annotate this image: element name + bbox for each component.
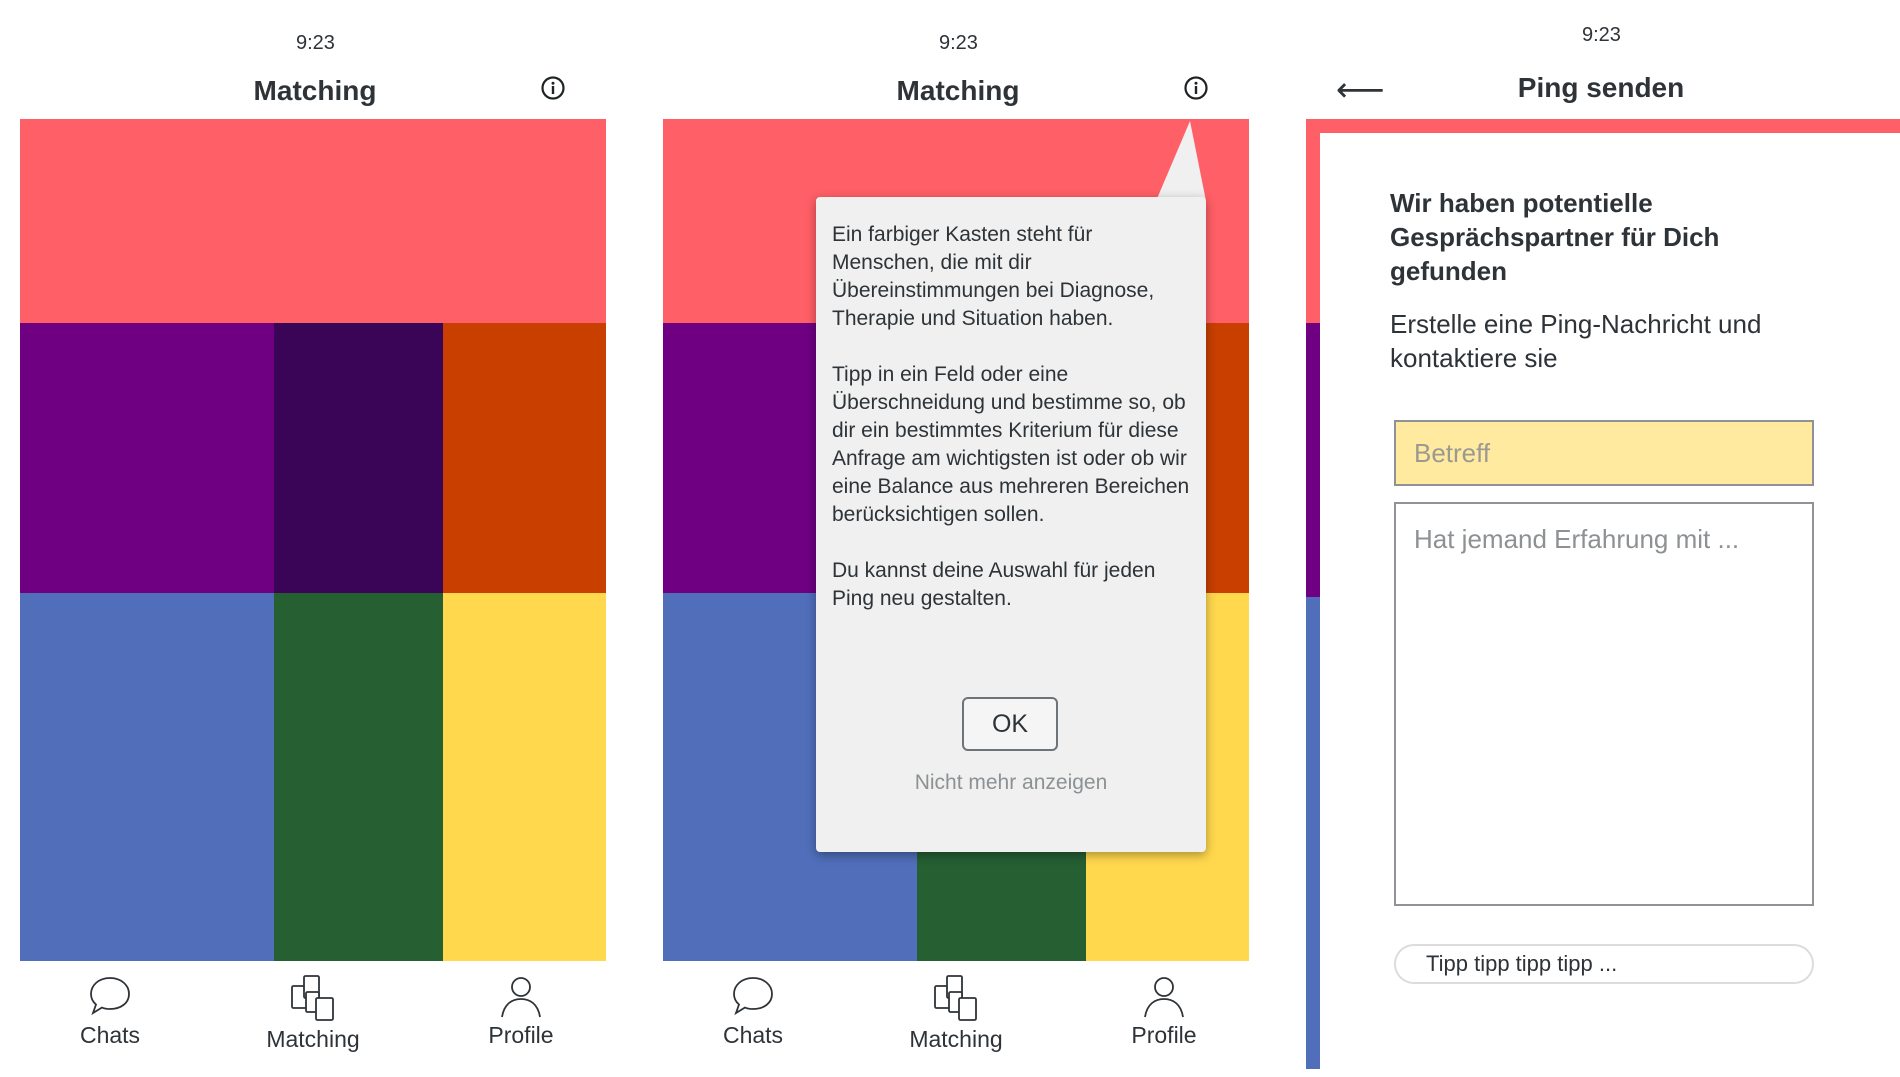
matching-tile-blue[interactable]	[20, 593, 274, 961]
tab-chats[interactable]: Chats	[673, 968, 833, 1068]
tab-matching[interactable]: Matching	[233, 968, 393, 1068]
ping-send-screen: 9:23 ⟵ Ping senden Wir haben potentielle…	[1286, 0, 1900, 1077]
dont-show-again-link[interactable]: Nicht mehr anzeigen	[816, 771, 1206, 795]
matching-cards-icon	[291, 975, 334, 1021]
matching-info-screen: 9:23 Matching Ein farbiger Kasten steht …	[643, 0, 1273, 1077]
page-title: Matching	[253, 75, 377, 106]
info-icon[interactable]	[1184, 76, 1208, 100]
card-edge-coral	[1306, 119, 1900, 133]
popover-text: Ein farbiger Kasten steht für Menschen, …	[832, 223, 1190, 610]
chat-bubble-icon	[90, 977, 130, 1016]
ok-button[interactable]: OK	[962, 697, 1058, 751]
status-time: 9:23	[939, 32, 978, 54]
tab-label: Profile	[488, 1022, 554, 1048]
tab-label: Matching	[266, 1026, 360, 1052]
matching-tile-purple[interactable]	[20, 323, 274, 593]
ping-subheading: Erstelle eine Ping-Nachricht und kontakt…	[1390, 309, 1762, 373]
tab-matching[interactable]: Matching	[876, 968, 1036, 1068]
matching-tile-overlap[interactable]	[274, 323, 443, 593]
status-time: 9:23	[296, 32, 335, 54]
info-popover: Ein farbiger Kasten steht für Menschen, …	[816, 121, 1206, 852]
tab-profile[interactable]: Profile	[1084, 968, 1244, 1068]
chat-bubble-icon	[733, 977, 773, 1016]
profile-person-icon	[1144, 977, 1184, 1018]
ping-heading: Wir haben potentielle Gesprächspartner f…	[1390, 188, 1720, 286]
page-title: Ping senden	[1517, 72, 1685, 103]
tab-bar: Chats Matching Profile	[643, 968, 1273, 1077]
matching-screen: 9:23 Matching Chats Matching Profile	[0, 0, 630, 1077]
status-time: 9:23	[1582, 24, 1621, 46]
info-icon[interactable]	[541, 76, 565, 100]
tab-bar: Chats Matching Profile	[0, 968, 630, 1077]
tab-label: Chats	[79, 1022, 141, 1048]
matching-tile-orange[interactable]	[443, 323, 606, 593]
page-title: Matching	[896, 75, 1020, 106]
subject-input[interactable]	[1394, 420, 1814, 486]
tab-label: Chats	[722, 1022, 784, 1048]
matching-tile-top[interactable]	[20, 119, 606, 323]
profile-person-icon	[501, 977, 541, 1018]
tab-chats[interactable]: Chats	[30, 968, 190, 1068]
tab-profile[interactable]: Profile	[441, 968, 601, 1068]
matching-tile-yellow[interactable]	[443, 593, 606, 961]
matching-tile-green[interactable]	[274, 593, 443, 961]
typing-input-bar[interactable]: Tipp tipp tipp tipp ...	[1394, 944, 1814, 984]
matching-cards-icon	[934, 975, 977, 1021]
popover-pointer	[1156, 121, 1206, 201]
card-edge-colors	[1306, 119, 1320, 1069]
message-textarea[interactable]	[1394, 502, 1814, 906]
tab-label: Matching	[909, 1026, 1003, 1052]
tab-label: Profile	[1131, 1022, 1197, 1048]
